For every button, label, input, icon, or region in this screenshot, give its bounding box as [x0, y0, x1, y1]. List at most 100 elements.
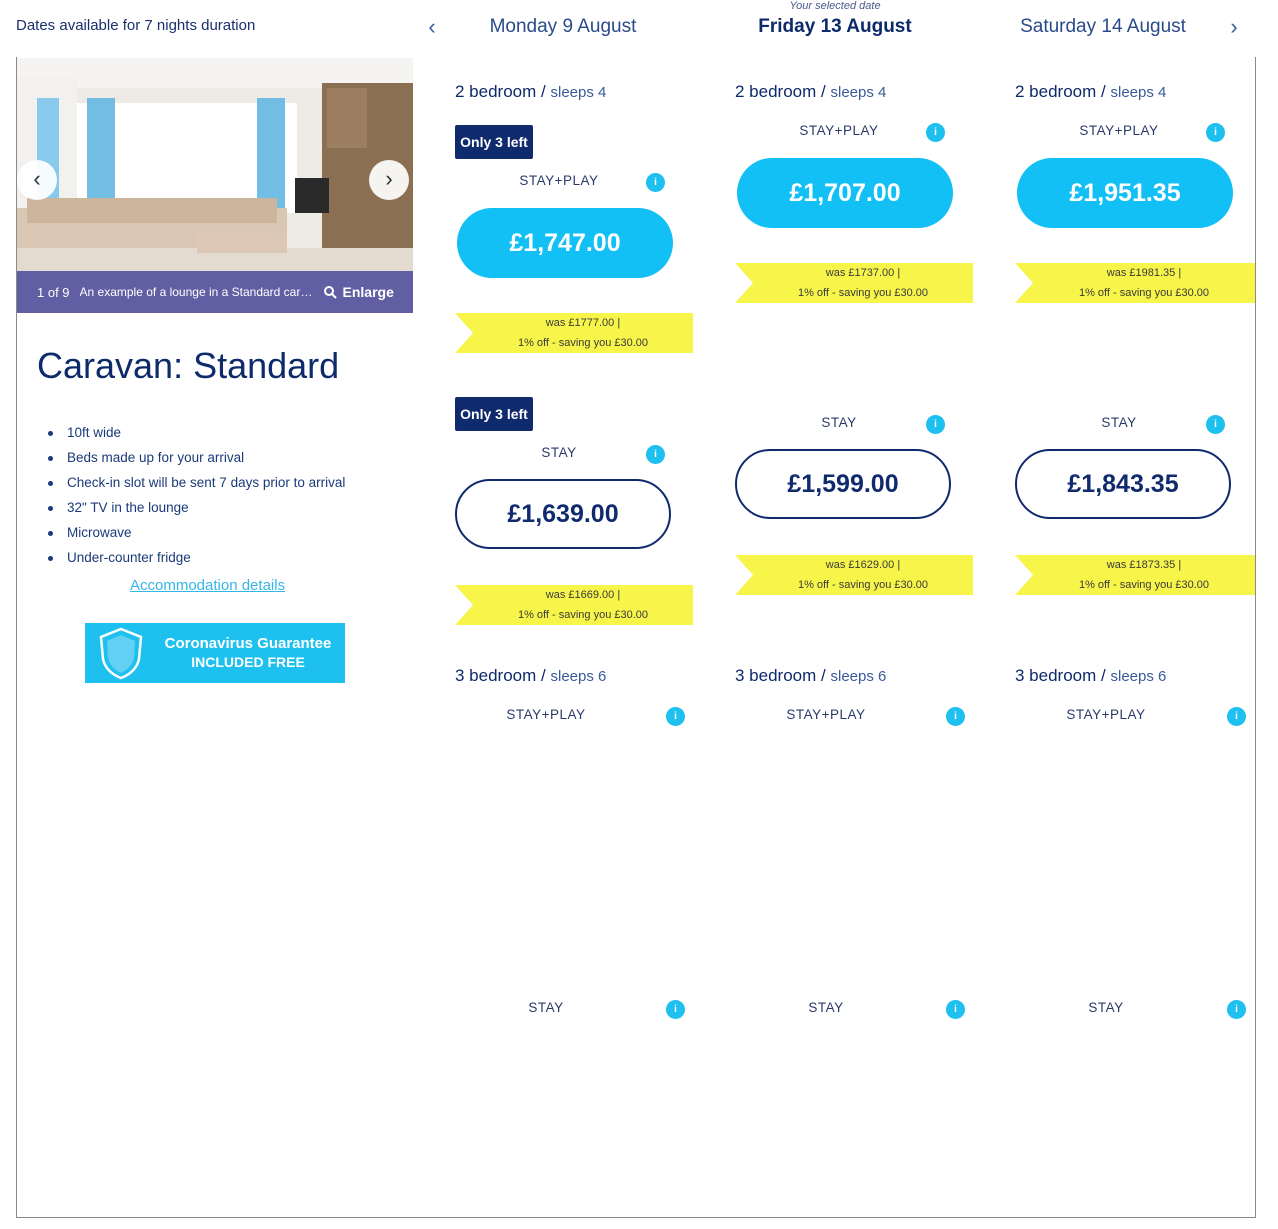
- bedroom-label: 2 bedroom: [455, 82, 537, 101]
- prev-dates-arrow-icon[interactable]: ‹: [422, 14, 442, 40]
- saving-text: 1% off - saving you £30.00: [517, 609, 649, 621]
- info-icon[interactable]: i: [1206, 123, 1225, 142]
- gallery-prev-button[interactable]: ‹: [17, 160, 57, 200]
- saving-ribbon: was £1737.00 | 1% off - saving you £30.0…: [735, 263, 973, 303]
- bedroom-label: 3 bedroom: [735, 666, 817, 685]
- info-icon[interactable]: i: [646, 445, 665, 464]
- date-header-monday[interactable]: Monday 9 August: [443, 16, 683, 38]
- rate-label-stay-play: STAY+PLAY: [519, 173, 599, 188]
- feature-list: 10ft wide Beds made up for your arrival …: [48, 422, 345, 572]
- accommodation-details-link[interactable]: Accommodation details: [130, 577, 285, 594]
- info-icon[interactable]: i: [666, 707, 685, 726]
- enlarge-label: Enlarge: [342, 284, 394, 300]
- rate-label-stay: STAY: [1088, 1000, 1124, 1015]
- feature-item: Microwave: [48, 522, 345, 547]
- rate-label-stay-play: STAY+PLAY: [786, 707, 866, 722]
- feature-item: Under-counter fridge: [48, 547, 345, 572]
- date-header-friday[interactable]: Friday 13 August: [715, 16, 955, 38]
- availability-badge: Only 3 left: [455, 397, 533, 431]
- slash: /: [1101, 82, 1106, 101]
- slash: /: [821, 666, 826, 685]
- rate-label-stay-play: STAY+PLAY: [506, 707, 586, 722]
- saving-text: 1% off - saving you £30.00: [797, 287, 929, 299]
- bedroom-label: 3 bedroom: [1015, 666, 1097, 685]
- bedroom-label: 3 bedroom: [455, 666, 537, 685]
- gallery-caption-bar: 1 of 9 An example of a lounge in a Stand…: [17, 271, 413, 313]
- info-icon[interactable]: i: [926, 123, 945, 142]
- coronavirus-guarantee-banner: Coronavirus Guarantee INCLUDED FREE: [85, 623, 345, 683]
- rate-label-stay-play: STAY+PLAY: [1066, 707, 1146, 722]
- covid-line-2: INCLUDED FREE: [191, 654, 305, 670]
- info-icon[interactable]: i: [666, 1000, 685, 1019]
- info-icon[interactable]: i: [1227, 1000, 1246, 1019]
- next-dates-arrow-icon[interactable]: ›: [1224, 14, 1244, 40]
- sleeps-label: sleeps 6: [1110, 668, 1167, 685]
- price-button-stay-play[interactable]: £1,747.00: [457, 208, 673, 278]
- feature-item: 32" TV in the lounge: [48, 497, 345, 522]
- was-price: was £1981.35 |: [1106, 267, 1182, 279]
- price-button-stay-play[interactable]: £1,707.00: [737, 158, 953, 228]
- info-icon[interactable]: i: [946, 1000, 965, 1019]
- bedroom-label: 2 bedroom: [1015, 82, 1097, 101]
- room-type-2-bedroom: 2 bedroom / sleeps 4: [735, 82, 886, 102]
- info-icon[interactable]: i: [646, 173, 665, 192]
- sleeps-label: sleeps 6: [550, 668, 607, 685]
- availability-badge: Only 3 left: [455, 125, 533, 159]
- sleeps-label: sleeps 4: [1110, 84, 1167, 101]
- duration-label: Dates available for 7 nights duration: [16, 17, 256, 34]
- was-price: was £1669.00 |: [545, 589, 621, 601]
- saving-ribbon: was £1981.35 | 1% off - saving you £30.0…: [1015, 263, 1255, 303]
- photo-gallery[interactable]: ‹ › 1 of 9 An example of a lounge in a S…: [17, 58, 413, 313]
- saving-ribbon: was £1873.35 | 1% off - saving you £30.0…: [1015, 555, 1255, 595]
- sleeps-label: sleeps 4: [550, 84, 607, 101]
- price-button-stay[interactable]: £1,599.00: [735, 449, 951, 519]
- covid-line-1: Coronavirus Guarantee: [164, 635, 332, 652]
- accommodation-title: Caravan: Standard: [37, 345, 340, 386]
- price-button-stay[interactable]: £1,843.35: [1015, 449, 1231, 519]
- room-type-3-bedroom: 3 bedroom / sleeps 6: [455, 666, 606, 686]
- info-icon[interactable]: i: [926, 415, 945, 434]
- room-type-2-bedroom: 2 bedroom / sleeps 4: [455, 82, 606, 102]
- zoom-icon: [323, 285, 337, 299]
- info-icon[interactable]: i: [1206, 415, 1225, 434]
- saving-ribbon: was £1669.00 | 1% off - saving you £30.0…: [455, 585, 693, 625]
- was-price: was £1873.35 |: [1106, 559, 1182, 571]
- saving-text: 1% off - saving you £30.00: [1078, 287, 1210, 299]
- info-icon[interactable]: i: [1227, 707, 1246, 726]
- slash: /: [1101, 666, 1106, 685]
- feature-item: Check-in slot will be sent 7 days prior …: [48, 472, 345, 497]
- info-icon[interactable]: i: [946, 707, 965, 726]
- saving-ribbon: was £1777.00 | 1% off - saving you £30.0…: [455, 313, 693, 353]
- sleeps-label: sleeps 4: [830, 84, 887, 101]
- was-price: was £1629.00 |: [825, 559, 901, 571]
- slash: /: [821, 82, 826, 101]
- slash: /: [541, 666, 546, 685]
- saving-ribbon: was £1629.00 | 1% off - saving you £30.0…: [735, 555, 973, 595]
- rate-label-stay-play: STAY+PLAY: [799, 123, 879, 138]
- rate-label-stay-play: STAY+PLAY: [1079, 123, 1159, 138]
- date-header-saturday[interactable]: Saturday 14 August: [983, 16, 1223, 38]
- shield-icon: [99, 627, 143, 680]
- gallery-caption: An example of a lounge in a Standard car…: [79, 285, 314, 299]
- was-price: was £1737.00 |: [825, 267, 901, 279]
- saving-text: 1% off - saving you £30.00: [797, 579, 929, 591]
- rate-label-stay: STAY: [541, 445, 577, 460]
- rate-label-stay: STAY: [1101, 415, 1137, 430]
- slash: /: [541, 82, 546, 101]
- enlarge-button[interactable]: Enlarge: [323, 284, 394, 300]
- rate-label-stay: STAY: [808, 1000, 844, 1015]
- selected-date-note: Your selected date: [789, 0, 881, 12]
- price-button-stay[interactable]: £1,639.00: [455, 479, 671, 549]
- room-type-2-bedroom: 2 bedroom / sleeps 4: [1015, 82, 1166, 102]
- room-type-3-bedroom: 3 bedroom / sleeps 6: [1015, 666, 1166, 686]
- sleeps-label: sleeps 6: [830, 668, 887, 685]
- feature-item: Beds made up for your arrival: [48, 447, 345, 472]
- rate-label-stay: STAY: [528, 1000, 564, 1015]
- gallery-count: 1 of 9: [37, 284, 70, 300]
- saving-text: 1% off - saving you £30.00: [1078, 579, 1210, 591]
- bedroom-label: 2 bedroom: [735, 82, 817, 101]
- was-price: was £1777.00 |: [545, 317, 621, 329]
- rate-label-stay: STAY: [821, 415, 857, 430]
- gallery-next-button[interactable]: ›: [369, 160, 409, 200]
- price-button-stay-play[interactable]: £1,951.35: [1017, 158, 1233, 228]
